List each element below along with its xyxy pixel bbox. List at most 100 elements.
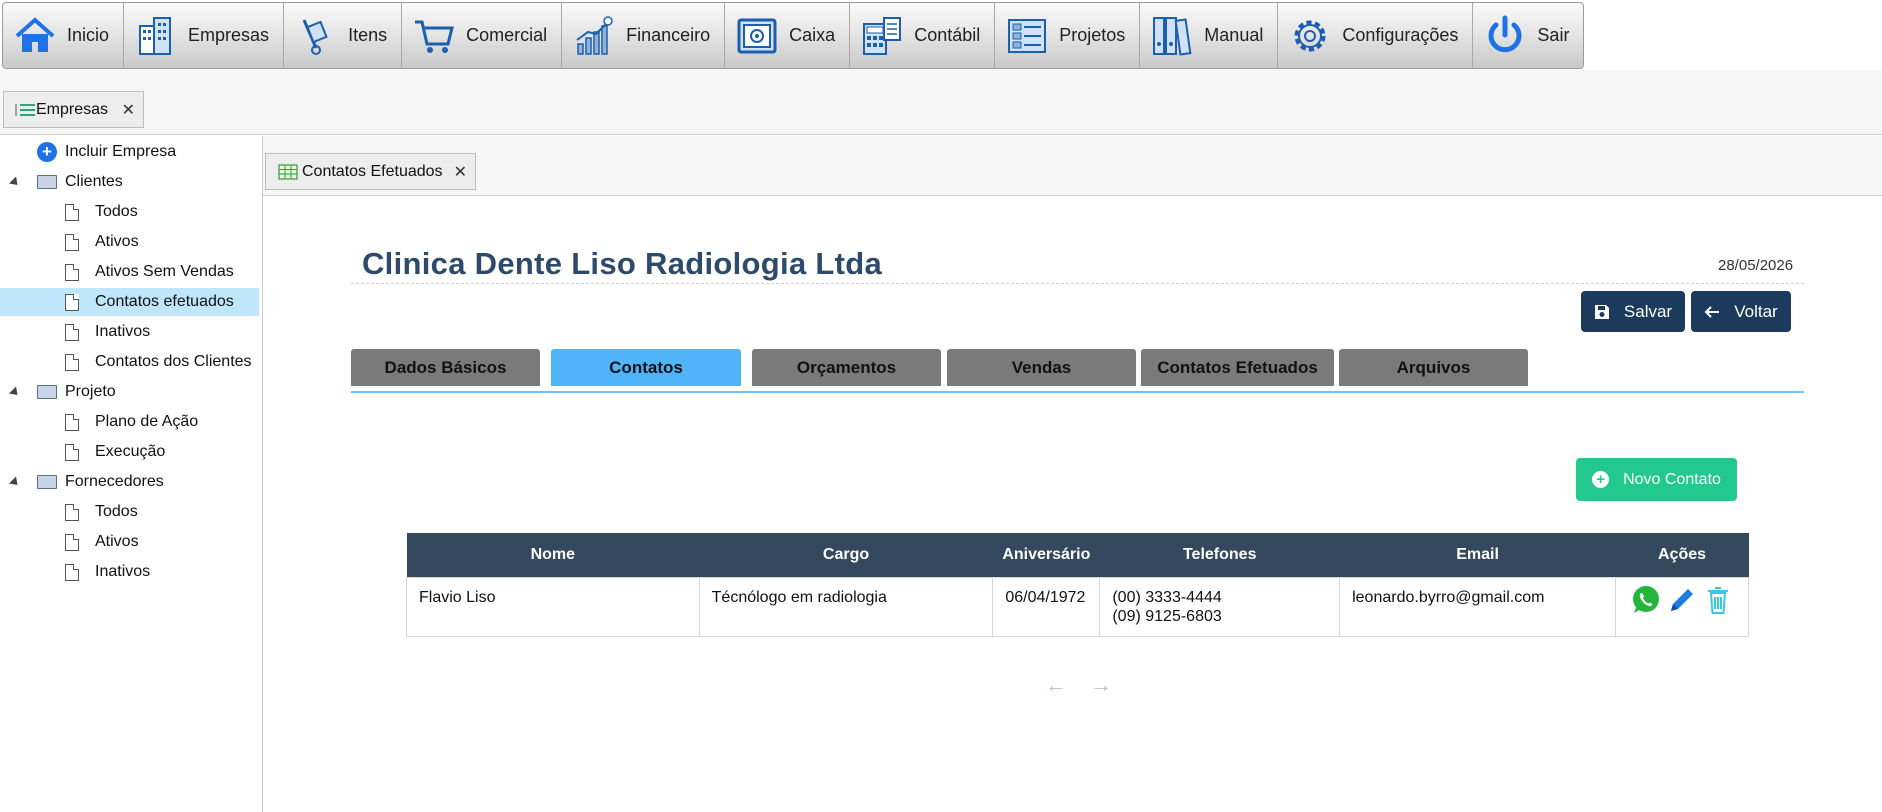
- project-board-icon: [1008, 18, 1047, 53]
- tab-contatos-efetuados[interactable]: Contatos Efetuados ✕: [265, 153, 476, 190]
- new-contact-button[interactable]: + Novo Contato: [1576, 458, 1737, 501]
- close-icon[interactable]: ✕: [454, 162, 467, 182]
- save-button[interactable]: Salvar: [1581, 291, 1685, 332]
- sidebar-tree: + Incluir Empresa Clientes Todos Ativos …: [0, 136, 263, 812]
- collapse-caret-icon[interactable]: [8, 385, 22, 399]
- menu-label: Comercial: [466, 25, 548, 45]
- tree-group-fornecedores[interactable]: Fornecedores: [0, 468, 259, 496]
- tab-vendas[interactable]: Vendas: [947, 349, 1136, 386]
- col-nome: Nome: [406, 533, 700, 577]
- tree-item-fornecedores-todos[interactable]: Todos: [0, 498, 259, 526]
- phone-2: (09) 9125-6803: [1112, 607, 1222, 625]
- back-label: Voltar: [1734, 301, 1778, 321]
- menu-label: Itens: [348, 25, 388, 45]
- tree-item-incluir-empresa[interactable]: + Incluir Empresa: [0, 138, 259, 166]
- cell-aniversario: 06/04/1972: [992, 576, 1101, 637]
- tree-item-label: Inativos: [95, 323, 151, 340]
- tree-item-execucao[interactable]: Execução: [0, 438, 259, 466]
- tab-arquivos[interactable]: Arquivos: [1339, 349, 1528, 386]
- floppy-disk-icon: [1594, 304, 1609, 319]
- col-telefones: Telefones: [1099, 533, 1340, 577]
- outer-tab-bar: Empresas ✕: [0, 70, 1882, 135]
- tree-group-label: Clientes: [65, 173, 123, 190]
- pager-prev-arrow[interactable]: ←: [1045, 672, 1067, 698]
- menu-label: Contábil: [914, 25, 981, 45]
- safe-icon: [737, 18, 777, 53]
- menu-projetos[interactable]: Projetos: [995, 3, 1141, 68]
- menu-caixa[interactable]: Caixa: [725, 3, 851, 68]
- document-icon: [65, 293, 79, 311]
- cell-acoes: [1615, 576, 1749, 637]
- collapse-caret-icon[interactable]: [8, 175, 22, 189]
- tree-item-fornecedores-inativos[interactable]: Inativos: [0, 558, 259, 586]
- menu-sair[interactable]: Sair: [1473, 3, 1583, 68]
- power-icon: [1488, 15, 1522, 52]
- new-contact-label: Novo Contato: [1623, 470, 1721, 488]
- list-icon: [15, 103, 35, 116]
- tree-group-projeto[interactable]: Projeto: [0, 378, 259, 406]
- folder-icon: [37, 175, 57, 189]
- tab-label: Contatos Efetuados: [302, 162, 443, 180]
- finance-chart-icon: [576, 15, 613, 55]
- tab-contatos-efetuados-section[interactable]: Contatos Efetuados: [1141, 349, 1334, 386]
- inner-tab-bar: Contatos Efetuados ✕: [263, 136, 1882, 196]
- edit-pencil-icon[interactable]: [1666, 584, 1698, 616]
- menu-itens[interactable]: Itens: [284, 3, 403, 68]
- menu-label: Inicio: [67, 25, 110, 45]
- collapse-caret-icon[interactable]: [8, 475, 22, 489]
- tree-item-label: Contatos efetuados: [95, 293, 234, 310]
- add-circle-icon: +: [37, 142, 57, 162]
- tree-item-label: Inativos: [95, 563, 151, 580]
- tree-item-inativos[interactable]: Inativos: [0, 318, 259, 346]
- col-cargo: Cargo: [699, 533, 993, 577]
- tab-label: Empresas: [36, 100, 109, 118]
- menu-financeiro[interactable]: Financeiro: [562, 3, 726, 68]
- tree-item-label: Execução: [95, 443, 166, 460]
- tree-group-clientes[interactable]: Clientes: [0, 168, 259, 196]
- col-aniversario: Aniversário: [992, 533, 1100, 577]
- tree-item-fornecedores-ativos[interactable]: Ativos: [0, 528, 259, 556]
- close-icon[interactable]: ✕: [122, 100, 135, 120]
- menu-contabil[interactable]: Contábil: [850, 3, 996, 68]
- menu-comercial[interactable]: Comercial: [402, 3, 563, 68]
- col-email: Email: [1339, 533, 1616, 577]
- document-icon: [65, 533, 79, 551]
- cell-email: leonardo.byrro@gmail.com: [1339, 576, 1616, 637]
- tab-dados-basicos[interactable]: Dados Básicos: [351, 349, 540, 386]
- row-actions: [1620, 584, 1744, 616]
- tree-item-ativos-sem-vendas[interactable]: Ativos Sem Vendas: [0, 258, 259, 286]
- trash-icon[interactable]: [1702, 584, 1734, 616]
- menu-inicio[interactable]: Inicio: [3, 3, 125, 68]
- contacts-table: Nome Cargo Aniversário Telefones Email A…: [406, 533, 1749, 637]
- menu-label: Financeiro: [626, 25, 711, 45]
- tab-empresas[interactable]: Empresas ✕: [3, 91, 144, 128]
- cell-telefones: (00) 3333-4444 (09) 9125-6803: [1099, 576, 1341, 637]
- menu-manual[interactable]: Manual: [1140, 3, 1279, 68]
- tab-contatos[interactable]: Contatos: [551, 349, 741, 386]
- add-circle-icon: +: [1592, 471, 1610, 488]
- tab-underline: [351, 391, 1804, 393]
- tab-orcamentos[interactable]: Orçamentos: [752, 349, 941, 386]
- menu-empresas[interactable]: Empresas: [124, 3, 285, 68]
- tree-item-label: Todos: [95, 203, 138, 220]
- tree-item-todos[interactable]: Todos: [0, 198, 259, 226]
- menu-label: Empresas: [188, 25, 270, 45]
- tree-item-contatos-dos-clientes[interactable]: Contatos dos Clientes: [0, 348, 259, 376]
- menu-configuracoes[interactable]: Configurações: [1278, 3, 1474, 68]
- tree-item-label: Todos: [95, 503, 138, 520]
- tree-item-ativos[interactable]: Ativos: [0, 228, 259, 256]
- document-icon: [65, 323, 79, 341]
- pager-next-arrow[interactable]: →: [1090, 672, 1112, 698]
- document-icon: [65, 353, 79, 371]
- calculator-icon: [863, 16, 902, 55]
- tree-item-plano-de-acao[interactable]: Plano de Ação: [0, 408, 259, 436]
- tree-group-label: Fornecedores: [65, 473, 164, 490]
- tree-item-label: Contatos dos Clientes: [95, 353, 252, 370]
- whatsapp-icon[interactable]: [1630, 584, 1662, 616]
- tree-item-contatos-efetuados[interactable]: Contatos efetuados: [0, 288, 259, 316]
- back-button[interactable]: Voltar: [1691, 291, 1791, 332]
- menu-label: Configurações: [1342, 25, 1459, 45]
- main-menubar: Inicio Empresas Itens Comercial Financei…: [2, 2, 1585, 69]
- document-icon: [65, 563, 79, 581]
- tree-item-label: Ativos: [95, 233, 139, 250]
